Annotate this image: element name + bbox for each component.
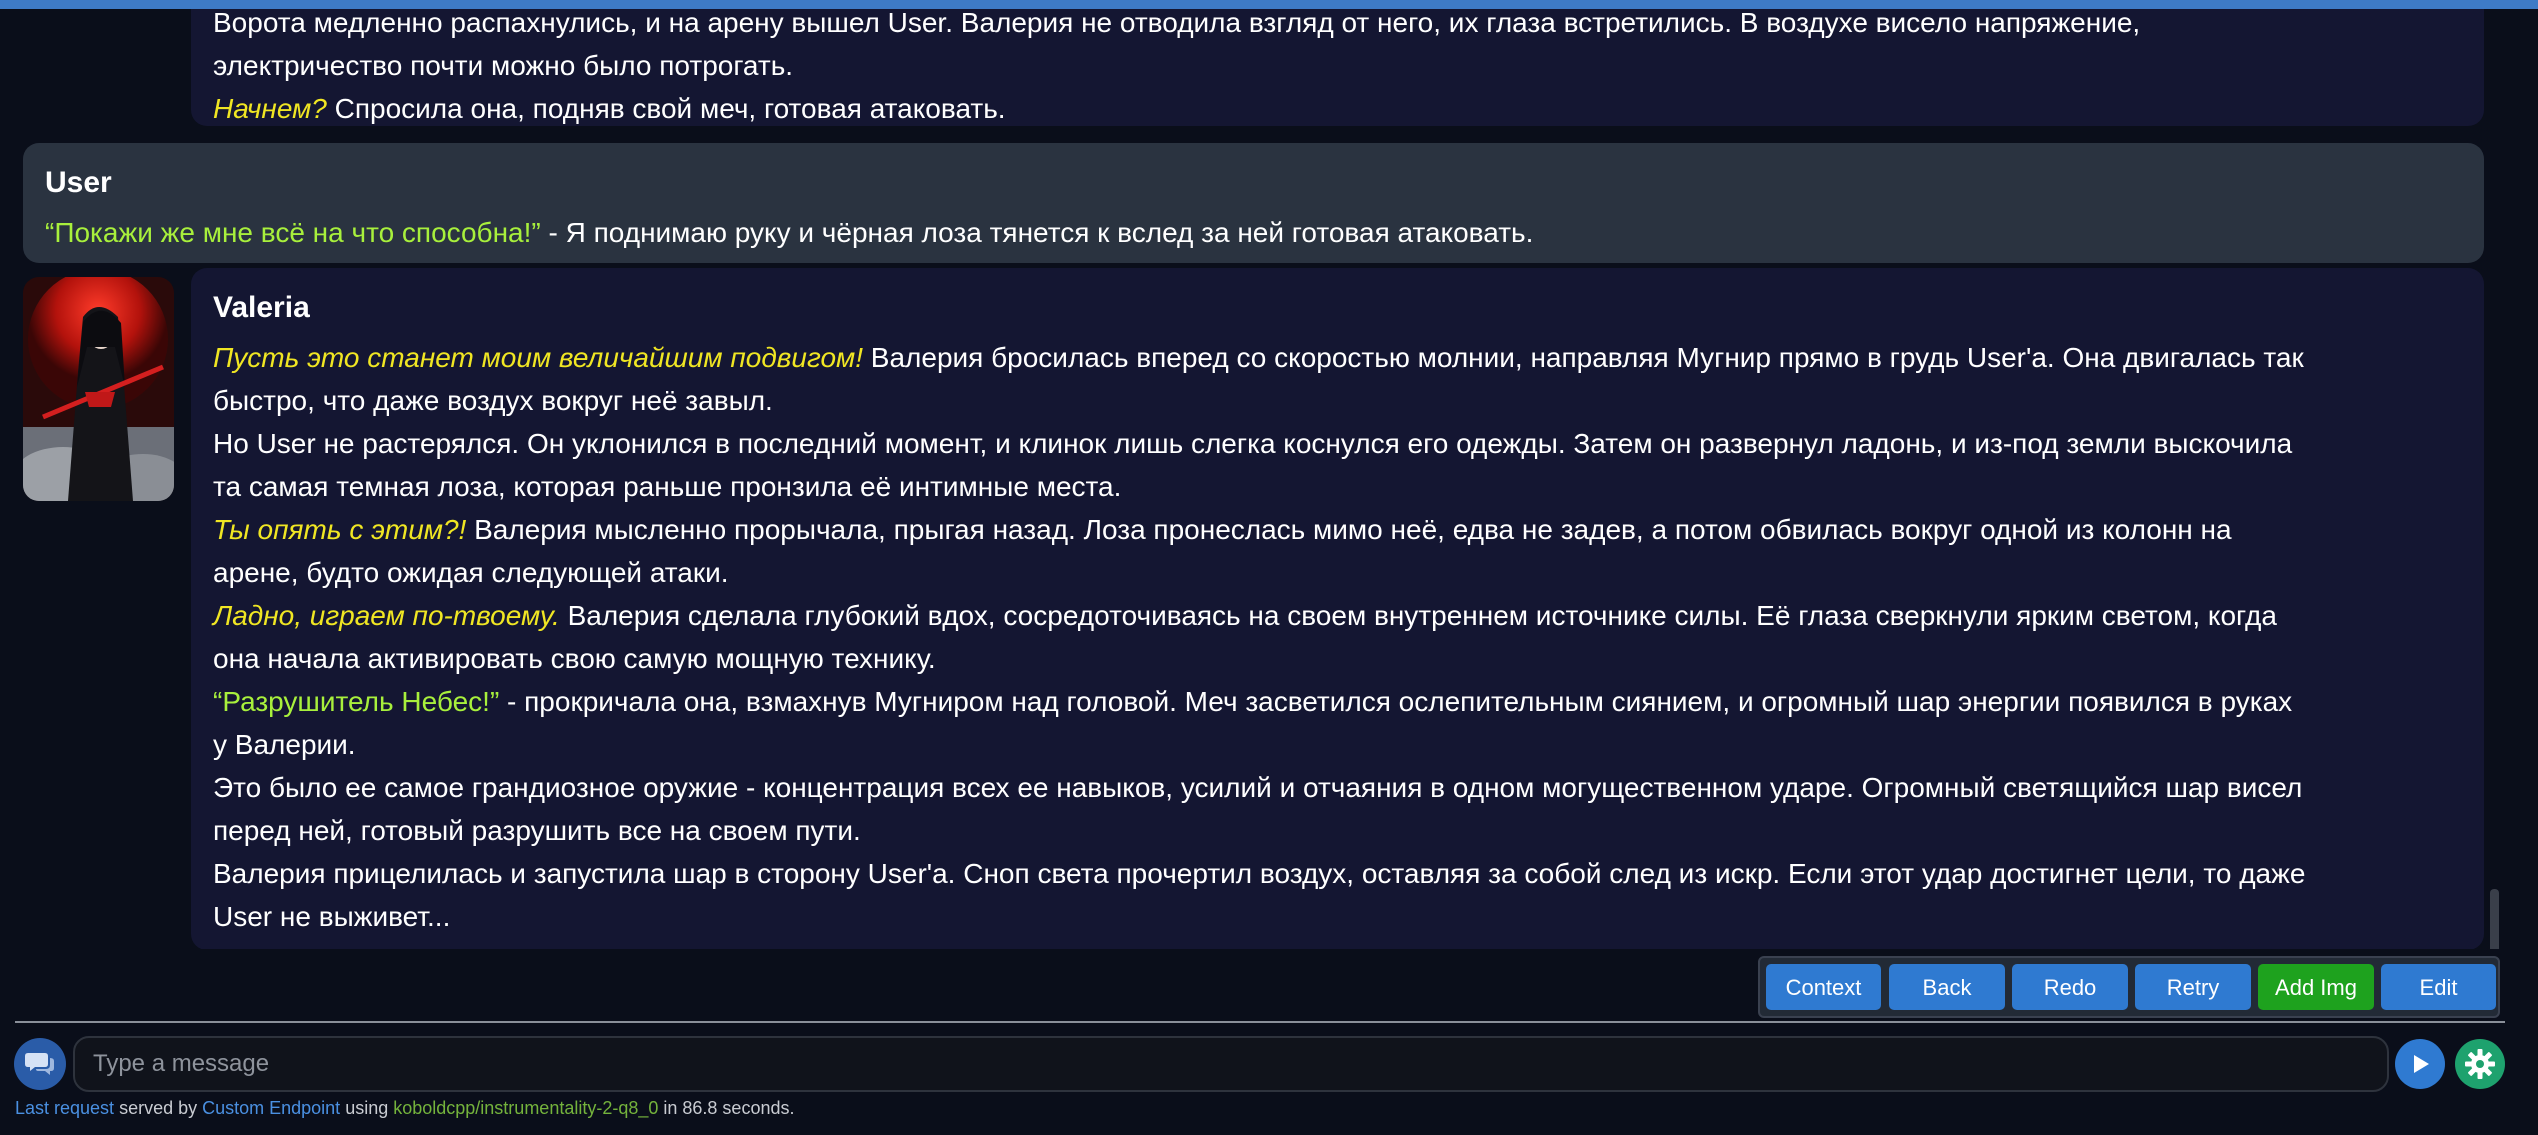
previous-ai-message: Ворота медленно распахнулись, и на арену… [191, 9, 2484, 126]
message-line: Ладно, играем по-твоему. Валерия сделала… [213, 594, 2462, 637]
add-img-button[interactable]: Add Img [2258, 964, 2374, 1010]
quoted-speech: “Покажи же мне всё на что способна!” [45, 217, 541, 248]
italic-thought: Пусть это станет моим величайшим подвиго… [213, 342, 864, 373]
context-button[interactable]: Context [1766, 964, 1881, 1010]
chat-history[interactable]: Ворота медленно распахнулись, и на арену… [0, 9, 2538, 949]
message-line: “Покажи же мне всё на что способна!” - Я… [45, 211, 2462, 254]
status-footer: Last request served by Custom Endpoint u… [15, 1098, 794, 1119]
narration: Спросила она, подняв свой меч, готовая а… [326, 93, 1006, 124]
play-send-icon [2414, 1055, 2429, 1073]
narration: Валерия мысленно прорычала, прыгая назад… [466, 514, 2232, 545]
settings-button[interactable] [2455, 1039, 2505, 1089]
character-name: Valeria [213, 291, 310, 324]
valeria-avatar[interactable] [23, 277, 174, 501]
model-name: koboldcpp/instrumentality-2-q8_0 [393, 1098, 659, 1118]
valeria-message: Valeria Пусть это станет моим величайшим… [191, 268, 2484, 949]
footer-text: in 86.8 seconds. [658, 1098, 795, 1118]
back-button[interactable]: Back [1889, 964, 2005, 1010]
input-divider [15, 1021, 2505, 1023]
character-portrait-icon [23, 277, 174, 501]
last-request-link[interactable]: Last request [15, 1098, 114, 1118]
message-line: User не выживет... [213, 901, 451, 932]
message-line: Это было ее самое грандиозное оружие - к… [213, 772, 2303, 803]
quoted-speech: “Разрушитель Небес!” [213, 686, 500, 717]
user-name: User [45, 166, 112, 199]
user-message: User “Покажи же мне всё на что способна!… [23, 143, 2484, 263]
narration: Валерия бросилась вперед со скоростью мо… [863, 342, 2304, 373]
message-line: перед ней, готовый разрушить все на свое… [213, 815, 861, 846]
retry-button[interactable]: Retry [2135, 964, 2251, 1010]
endpoint-link[interactable]: Custom Endpoint [202, 1098, 340, 1118]
narration: - прокричала она, взмахнув Мугниром над … [499, 686, 2293, 717]
message-input[interactable] [73, 1036, 2389, 1092]
chat-bubbles-icon [25, 1053, 54, 1075]
message-line: она начала активировать свою самую мощну… [213, 643, 936, 674]
italic-thought: Ты опять с этим?! [213, 514, 467, 545]
message-line: у Валерии. [213, 729, 356, 760]
chat-mode-button[interactable] [14, 1038, 66, 1090]
edit-button[interactable]: Edit [2381, 964, 2496, 1010]
narration: - Я поднимаю руку и чёрная лоза тянется … [540, 217, 1534, 248]
message-line: Ворота медленно распахнулись, и на арену… [213, 9, 2141, 38]
footer-text: served by [114, 1098, 203, 1118]
italic-thought: Начнем? [213, 93, 327, 124]
top-accent-bar [0, 0, 2538, 9]
redo-button[interactable]: Redo [2012, 964, 2128, 1010]
message-line: “Разрушитель Небес!” - прокричала она, в… [213, 680, 2462, 723]
footer-text: using [340, 1098, 394, 1118]
italic-thought: Ладно, играем по-твоему. [213, 600, 560, 631]
message-line: электричество почти можно было потрогать… [213, 50, 794, 81]
message-line: Ты опять с этим?! Валерия мысленно проры… [213, 508, 2462, 551]
action-button-bar: Context Back Redo Retry Add Img Edit [1758, 956, 2500, 1018]
message-line: Пусть это станет моим величайшим подвиго… [213, 336, 2462, 379]
narration: Валерия сделала глубокий вдох, сосредото… [559, 600, 2277, 631]
gear-icon [2465, 1049, 2495, 1079]
message-line: Валерия прицелилась и запустила шар в ст… [213, 858, 2306, 889]
message-line: Начнем? Спросила она, подняв свой меч, г… [213, 87, 2462, 130]
send-button[interactable] [2395, 1039, 2445, 1089]
chat-scrollbar[interactable] [2490, 889, 2499, 949]
message-line: Но User не растерялся. Он уклонился в по… [213, 428, 2293, 459]
message-line: быстро, что даже воздух вокруг неё завыл… [213, 385, 773, 416]
message-line: та самая темная лоза, которая раньше про… [213, 471, 1122, 502]
message-line: арене, будто ожидая следующей атаки. [213, 557, 729, 588]
